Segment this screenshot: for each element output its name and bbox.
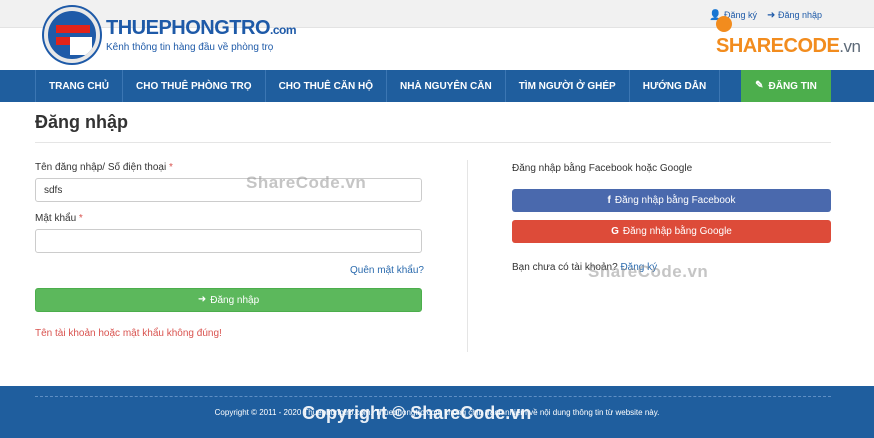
brand-suffix: .com: [270, 23, 297, 37]
page-title: Đăng nhập: [35, 112, 128, 132]
login-button[interactable]: ➜ Đăng nhập: [35, 288, 422, 312]
watermark-text: ShareCode.vn: [588, 262, 709, 281]
nav-item-rooms[interactable]: Cho thuê phòng trọ: [123, 70, 266, 102]
nav-menu: Trang chủ Cho thuê phòng trọ Cho thuê că…: [35, 70, 721, 102]
nav-item-houses[interactable]: Nhà nguyên căn: [387, 70, 506, 102]
column-divider: [467, 160, 468, 352]
username-label: Tên đăng nhập/ Số điện thoại *: [35, 162, 173, 173]
logo-icon: [44, 7, 100, 63]
forgot-password-link[interactable]: Quên mật khẩu?: [350, 265, 424, 276]
nav-item-roommates[interactable]: Tìm người ở ghép: [506, 70, 630, 102]
watermark-footer: Copyright © ShareCode.vn: [302, 403, 532, 423]
error-message: Tên tài khoản hoặc mật khẩu không đúng!: [35, 328, 222, 339]
password-label: Mật khẩu *: [35, 213, 83, 224]
watermark-text: ShareCode.vn: [246, 173, 367, 192]
site-logo[interactable]: THUEPHONGTRO.com Kênh thông tin hàng đầu…: [44, 7, 297, 63]
google-icon: G: [611, 225, 619, 237]
google-login-button[interactable]: G Đăng nhập bằng Google: [512, 220, 831, 243]
footer-divider: [35, 396, 831, 397]
watermark-icon: [716, 15, 732, 32]
sign-in-icon: ➜: [197, 294, 207, 305]
facebook-login-button[interactable]: f Đăng nhập bằng Facebook: [512, 189, 831, 212]
post-listing-button[interactable]: ✎ ĐĂNG TIN: [741, 70, 831, 102]
facebook-icon: f: [607, 194, 611, 206]
nav-item-apartments[interactable]: Cho thuê căn hộ: [266, 70, 388, 102]
top-header: THUEPHONGTRO.com Kênh thông tin hàng đầu…: [0, 0, 874, 70]
edit-icon: ✎: [755, 80, 764, 91]
password-input[interactable]: [35, 229, 422, 253]
social-login-heading: Đăng nhập bằng Facebook hoặc Google: [512, 163, 693, 174]
title-divider: [35, 142, 831, 143]
brand-slogan: Kênh thông tin hàng đầu về phòng trọ: [106, 42, 274, 53]
main-navbar: Trang chủ Cho thuê phòng trọ Cho thuê că…: [0, 70, 874, 102]
nav-item-guide[interactable]: Hướng dẫn: [630, 70, 721, 102]
brand-name: THUEPHONGTRO.com: [106, 17, 297, 39]
watermark-logo: SHARECODE.vn: [716, 12, 874, 58]
nav-item-home[interactable]: Trang chủ: [35, 70, 123, 102]
